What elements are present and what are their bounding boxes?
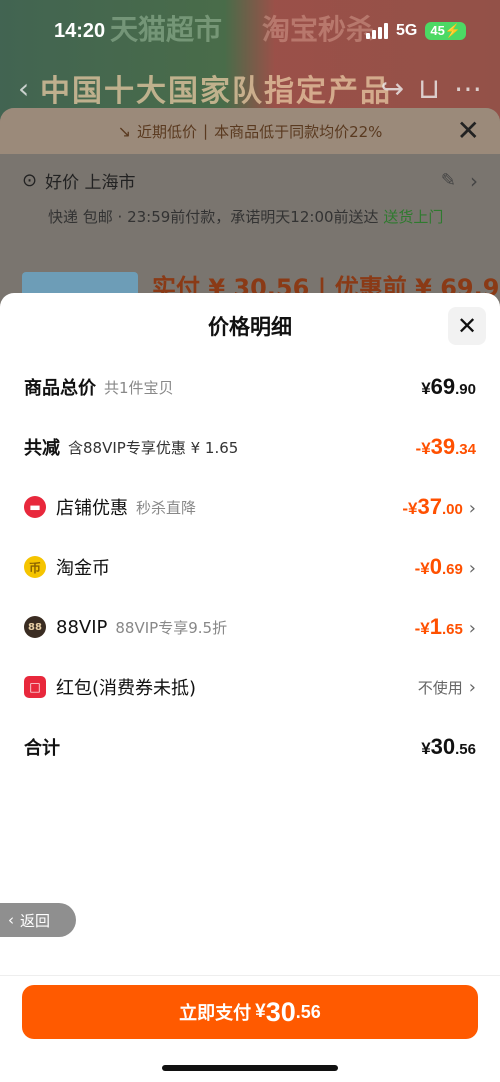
price-symbol: -¥ bbox=[414, 559, 430, 578]
delivery-text: 快递 包邮 · 23:59前付款，承诺明天12:00前送达 bbox=[48, 208, 384, 226]
vip-icon: 88 bbox=[24, 616, 46, 638]
trend-down-icon: ↘ bbox=[117, 121, 131, 141]
row-shop-discount[interactable]: ▬ 店铺优惠 秒杀直降 -¥37.00 › bbox=[24, 487, 476, 527]
row-label: 店铺优惠 bbox=[56, 498, 128, 519]
row-value: 不使用 › bbox=[418, 677, 476, 698]
signal-icon bbox=[366, 23, 388, 39]
price-symbol: ¥ bbox=[421, 739, 431, 758]
price-symbol: -¥ bbox=[414, 619, 430, 638]
pay-price-int: 30 bbox=[265, 996, 296, 1027]
more-icon: ⋯ bbox=[454, 72, 482, 105]
price-int: 0 bbox=[429, 554, 442, 579]
row-sub: 秒杀直降 bbox=[136, 498, 197, 517]
back-arrow-icon: ‹ bbox=[18, 72, 30, 105]
cart-icon: ⊔ bbox=[418, 72, 440, 105]
status-indicators: 5G 45⚡ bbox=[366, 22, 466, 40]
pay-price-symbol: ¥ bbox=[255, 1001, 266, 1022]
low-price-detail: 本商品低于同款均价22% bbox=[214, 122, 383, 141]
delivery-highlight: 送货上门 bbox=[383, 208, 444, 226]
home-indicator[interactable] bbox=[162, 1065, 338, 1071]
price-dec: .00 bbox=[441, 501, 463, 518]
row-label: 淘金币 bbox=[56, 558, 110, 579]
row-price: -¥1.65 › bbox=[415, 614, 476, 640]
price-int: 1 bbox=[429, 614, 442, 639]
separator: | bbox=[203, 122, 209, 140]
chevron-right-icon: › bbox=[468, 498, 476, 519]
background-close-icon: ✕ bbox=[456, 114, 480, 147]
background-address-block: ⊙ 好价 上海市 ✎ › 快递 包邮 · 23:59前付款，承诺明天12:00前… bbox=[22, 168, 478, 229]
row-sub: 共1件宝贝 bbox=[104, 378, 174, 397]
status-bar: 14:20 5G 45⚡ bbox=[0, 0, 500, 62]
row-taojinbi[interactable]: 币 淘金币 -¥0.69 › bbox=[24, 547, 476, 587]
chevron-right-icon: › bbox=[468, 676, 476, 698]
price-int: 30 bbox=[430, 734, 456, 759]
shop-icon: ▬ bbox=[24, 496, 46, 518]
modal-title: 价格明细 bbox=[208, 315, 292, 339]
address-label: 好价 上海市 bbox=[45, 173, 136, 193]
price-symbol: -¥ bbox=[415, 439, 431, 458]
low-price-label: 近期低价 bbox=[136, 122, 197, 141]
close-button[interactable]: ✕ bbox=[448, 307, 486, 345]
price-dec: .90 bbox=[455, 381, 476, 398]
network-type: 5G bbox=[396, 22, 418, 39]
row-label: 商品总价 bbox=[24, 378, 96, 399]
chevron-right-icon: › bbox=[470, 168, 478, 193]
price-dec: .69 bbox=[441, 561, 463, 578]
price-int: 37 bbox=[417, 494, 442, 519]
price-symbol: ¥ bbox=[421, 379, 431, 398]
row-label: 共减 bbox=[24, 438, 60, 459]
delivery-info: 快递 包邮 · 23:59前付款，承诺明天12:00前送达 送货上门 bbox=[48, 205, 478, 229]
red-envelope-icon: □ bbox=[24, 676, 46, 698]
price-dec: .65 bbox=[441, 621, 463, 638]
battery-icon: 45⚡ bbox=[425, 22, 466, 40]
row-price: -¥37.00 › bbox=[402, 494, 476, 520]
edit-icon: ✎ bbox=[440, 170, 456, 191]
address-row: ⊙ 好价 上海市 ✎ › bbox=[22, 168, 478, 194]
battery-level: 45 bbox=[430, 23, 445, 38]
row-grand-total: 合计 ¥30.56 bbox=[24, 727, 476, 767]
background-nav-bar: ‹ ↪ ⊔ ⋯ bbox=[18, 72, 482, 105]
chevron-right-icon: › bbox=[468, 558, 476, 579]
price-dec: .56 bbox=[455, 741, 476, 758]
chevron-left-icon: ‹ bbox=[8, 911, 14, 929]
location-pin-icon: ⊙ bbox=[22, 170, 38, 191]
pay-price-dec: .56 bbox=[295, 1001, 321, 1022]
row-price: -¥39.34 bbox=[416, 434, 476, 460]
row-price: -¥0.69 › bbox=[415, 554, 476, 580]
price-dec: .34 bbox=[455, 441, 476, 458]
coin-icon: 币 bbox=[24, 556, 46, 578]
row-label: 红包(消费券未抵) bbox=[56, 678, 197, 699]
chevron-right-icon: › bbox=[468, 618, 476, 639]
row-label: 合计 bbox=[24, 738, 60, 759]
price-int: 69 bbox=[430, 374, 456, 399]
price-int: 39 bbox=[430, 434, 456, 459]
pay-now-button[interactable]: 立即支付 ¥ 30 .56 bbox=[22, 985, 478, 1039]
row-hongbao[interactable]: □ 红包(消费券未抵) 不使用 › bbox=[24, 667, 476, 707]
hongbao-value: 不使用 bbox=[417, 678, 463, 697]
row-label: 88VIP bbox=[56, 616, 108, 638]
back-button-label: 返回 bbox=[20, 911, 51, 930]
low-price-notice: ↘ 近期低价 | 本商品低于同款均价22% bbox=[0, 108, 500, 154]
row-88vip[interactable]: 88 88VIP 88VIP专享9.5折 -¥1.65 › bbox=[24, 607, 476, 647]
divider bbox=[0, 975, 500, 976]
back-button[interactable]: ‹ 返回 bbox=[0, 903, 76, 937]
pay-button-label: 立即支付 bbox=[179, 1003, 252, 1024]
status-time: 14:20 bbox=[54, 19, 106, 42]
price-symbol: -¥ bbox=[402, 499, 418, 518]
row-price: ¥30.56 bbox=[421, 734, 476, 760]
row-total-discount: 共减 含88VIP专享优惠 ¥ 1.65 -¥39.34 bbox=[24, 427, 476, 467]
row-total-price: 商品总价 共1件宝贝 ¥69.90 bbox=[24, 367, 476, 407]
price-detail-modal: 价格明细 ✕ 商品总价 共1件宝贝 ¥69.90 共减 含88VIP专享优惠 ¥… bbox=[0, 293, 500, 1082]
row-sub: 88VIP专享9.5折 bbox=[115, 618, 228, 637]
row-sub: 含88VIP专享优惠 ¥ 1.65 bbox=[68, 438, 239, 457]
close-icon: ✕ bbox=[456, 312, 478, 340]
row-price: ¥69.90 bbox=[421, 374, 476, 400]
share-icon: ↪ bbox=[380, 72, 405, 105]
